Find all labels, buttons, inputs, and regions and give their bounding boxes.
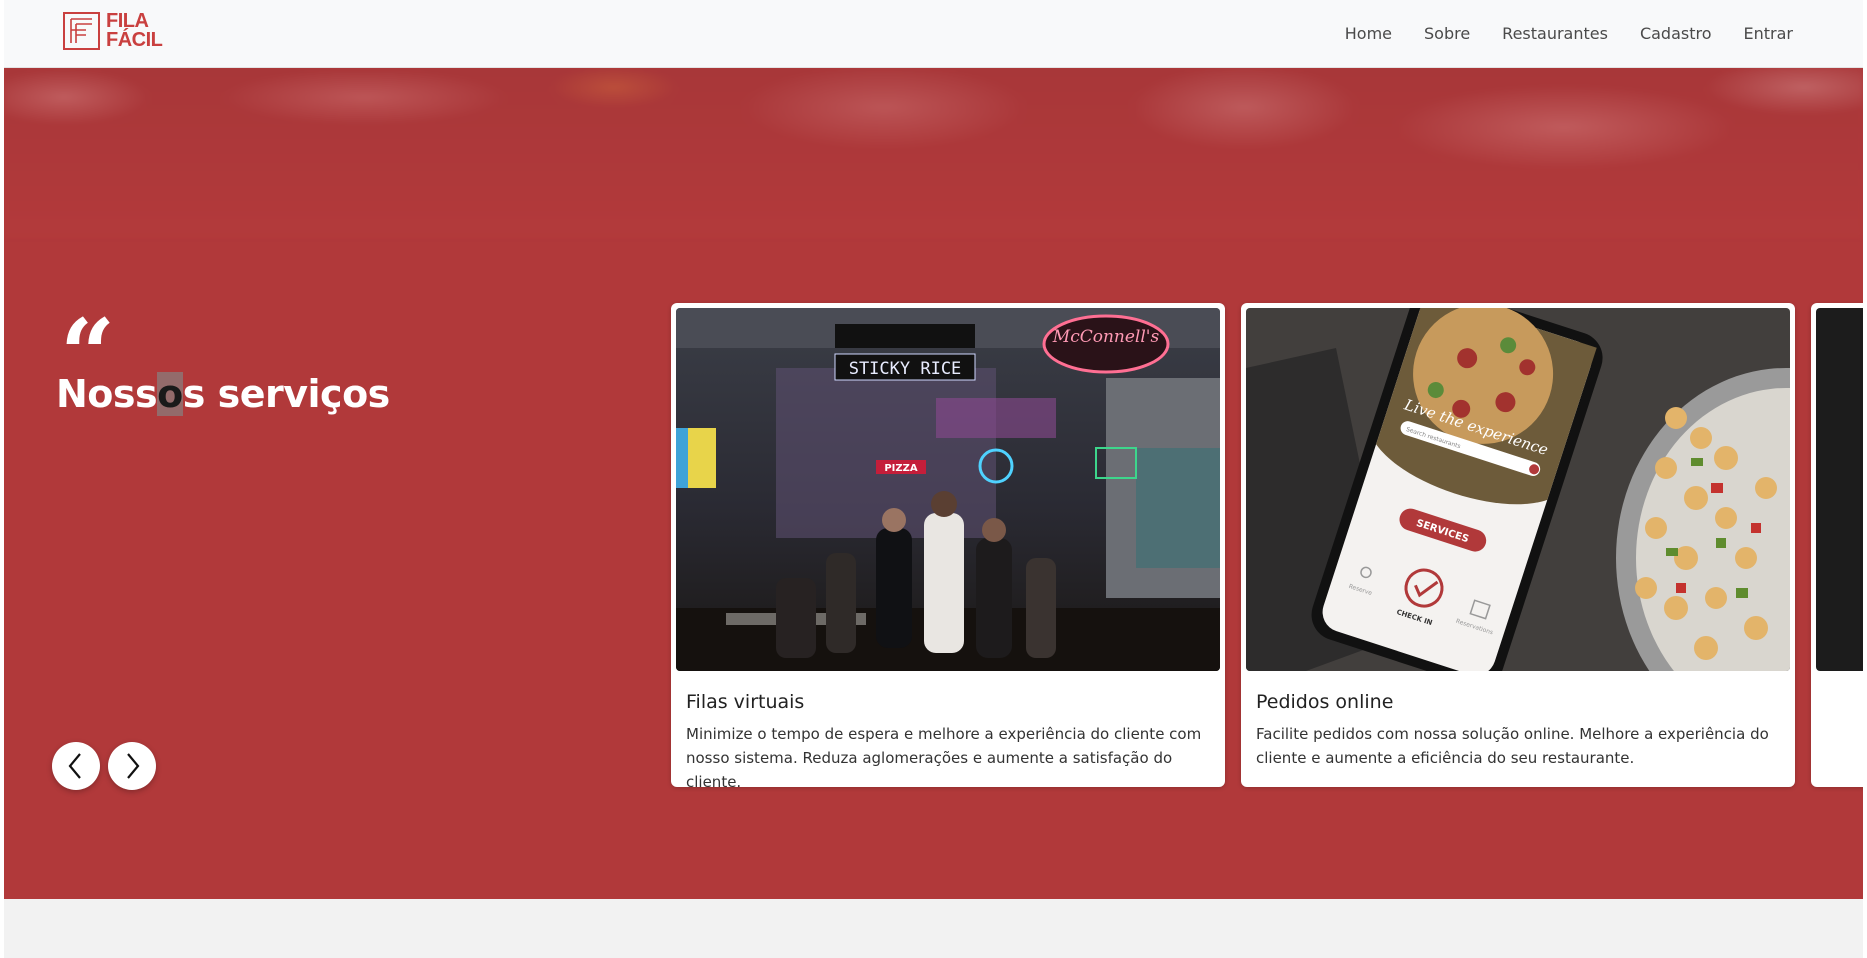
brand-name: FILA FÁCIL — [106, 11, 163, 51]
hero-background-image — [4, 67, 1863, 237]
nav-link-sobre[interactable]: Sobre — [1424, 24, 1470, 43]
brand-line-2: FÁCIL — [106, 29, 163, 51]
next-section — [4, 899, 1863, 958]
phone-app-image: Live the experience Search restaurants S… — [1246, 308, 1790, 671]
neon-sign-sticky-rice: STICKY RICE — [849, 359, 962, 379]
food-hall-image: McConnell's STICKY RICE PIZZA — [676, 308, 1220, 671]
nav-link-home[interactable]: Home — [1345, 24, 1392, 43]
card-title: Pedidos online — [1256, 691, 1394, 713]
neon-sign-pizza: PIZZA — [884, 463, 918, 474]
logo-icon — [63, 12, 100, 50]
nav-links: Home Sobre Restaurantes Cadastro Entrar — [1345, 0, 1793, 67]
page-frame: FILA FÁCIL Home Sobre Restaurantes Cadas… — [4, 0, 1863, 958]
text-cursor: o — [157, 372, 183, 416]
card-image-partial — [1816, 308, 1863, 671]
service-card-filas-virtuais[interactable]: McConnell's STICKY RICE PIZZA Filas virt… — [671, 303, 1225, 787]
brand-logo[interactable]: FILA FÁCIL — [63, 11, 163, 51]
nav-link-restaurantes[interactable]: Restaurantes — [1502, 24, 1608, 43]
navbar: FILA FÁCIL Home Sobre Restaurantes Cadas… — [4, 0, 1863, 68]
services-hero: “ Nossos serviços McConnell's STICKY RIC… — [4, 67, 1863, 899]
carousel-next-button[interactable] — [108, 742, 156, 790]
card-title: Filas virtuais — [686, 691, 805, 713]
nav-link-entrar[interactable]: Entrar — [1744, 24, 1793, 43]
service-card-pedidos-online[interactable]: Live the experience Search restaurants S… — [1241, 303, 1795, 787]
nav-link-cadastro[interactable]: Cadastro — [1640, 24, 1712, 43]
card-description: Facilite pedidos com nossa solução onlin… — [1256, 725, 1769, 767]
title-part-2: s serviços — [182, 372, 391, 416]
card-description: Minimize o tempo de espera e melhore a e… — [686, 725, 1202, 787]
carousel-prev-button[interactable] — [52, 742, 100, 790]
section-title: Nossos serviços — [56, 372, 390, 416]
chevron-left-icon — [68, 753, 81, 779]
neon-sign-mcconnells: McConnell's — [1052, 327, 1160, 347]
title-part-1: Noss — [56, 372, 158, 416]
service-card-partial[interactable] — [1811, 303, 1863, 787]
chevron-right-icon — [127, 753, 140, 779]
